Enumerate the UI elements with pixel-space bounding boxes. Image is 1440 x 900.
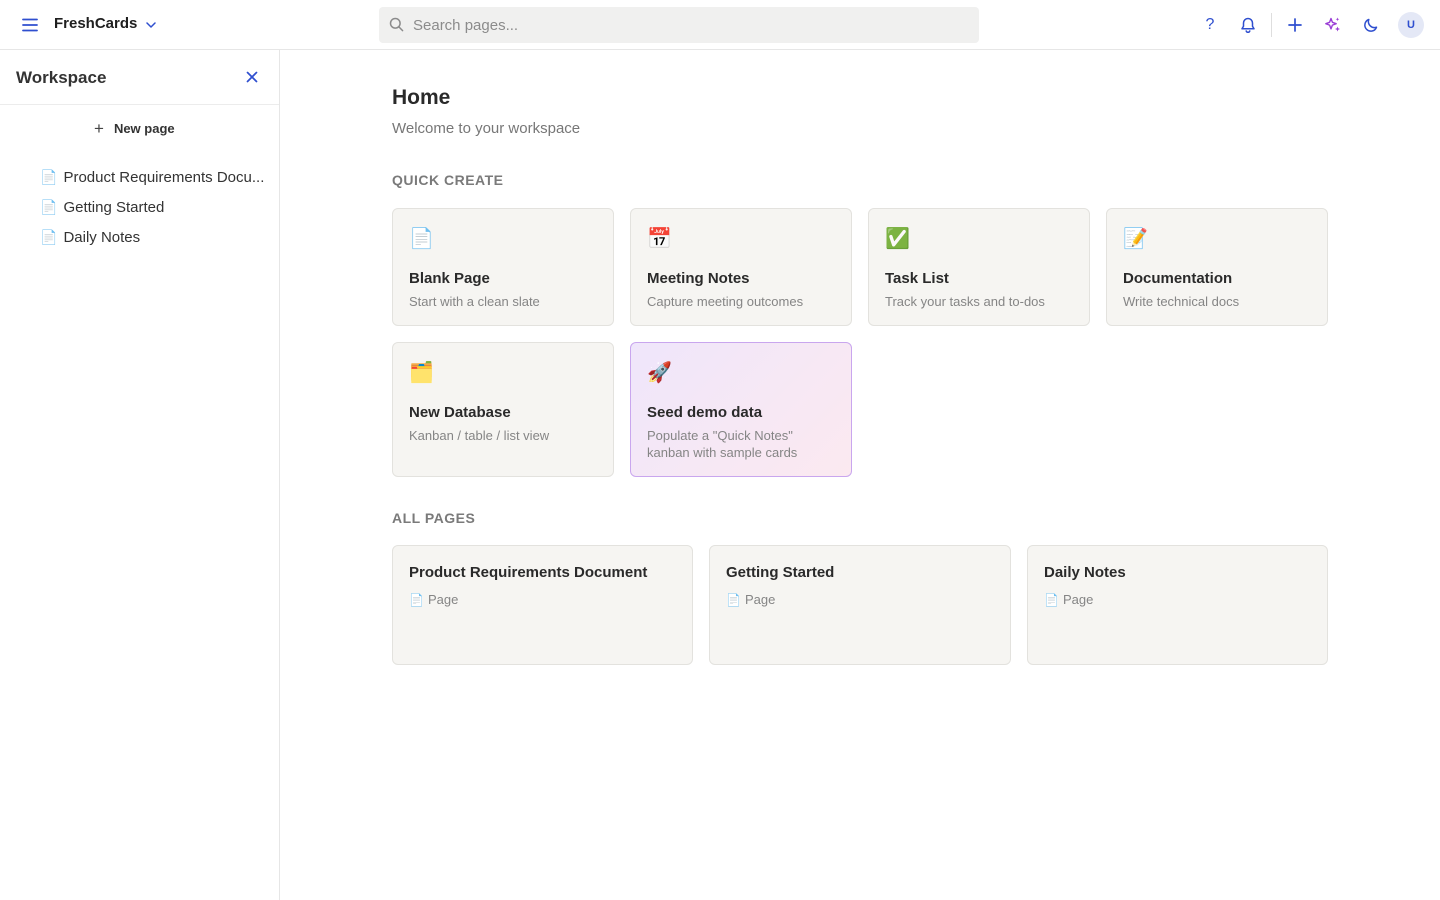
document-icon: 📄 (726, 592, 741, 607)
card-description: Write technical docs (1123, 294, 1240, 309)
document-icon: 📄 (40, 168, 58, 185)
quick-create-task-list[interactable]: ✅ Task List Track your tasks and to-dos (868, 208, 1090, 326)
card-title: Seed demo data (647, 404, 763, 421)
menu-icon[interactable] (18, 13, 42, 37)
document-icon: 📄 (409, 592, 424, 607)
checkmark-icon: ✅ (885, 228, 910, 250)
page-subtitle: Welcome to your workspace (392, 120, 581, 137)
page-card-title: Daily Notes (1044, 564, 1126, 581)
quick-create-blank-page[interactable]: 📄 Blank Page Start with a clean slate (392, 208, 614, 326)
quick-create-heading: QUICK CREATE (392, 172, 504, 188)
bell-icon[interactable] (1233, 10, 1263, 40)
quick-create-meeting-notes[interactable]: 📅 Meeting Notes Capture meeting outcomes (630, 208, 852, 326)
card-description: Populate a "Quick Notes" kanban with sam… (647, 428, 798, 460)
sidebar-item-getting-started[interactable]: 📄 Getting Started (40, 192, 268, 222)
sidebar-item-label: Daily Notes (63, 228, 141, 246)
help-icon[interactable]: ? (1195, 10, 1225, 40)
avatar[interactable]: U (1398, 12, 1424, 38)
page-card-getting-started[interactable]: Getting Started 📄 Page (709, 545, 1011, 665)
card-index-icon: 🗂️ (409, 362, 434, 384)
card-title: Documentation (1123, 270, 1233, 287)
page-card-product-requirements[interactable]: Product Requirements Document 📄 Page (392, 545, 693, 665)
search-box (379, 7, 979, 43)
quick-create-documentation[interactable]: 📝 Documentation Write technical docs (1106, 208, 1328, 326)
all-pages-heading: ALL PAGES (392, 510, 476, 526)
app-title: FreshCards (54, 15, 138, 32)
memo-icon: 📝 (1123, 228, 1148, 250)
card-title: New Database (409, 404, 511, 421)
sparkle-icon[interactable] (1318, 10, 1348, 40)
document-icon: 📄 (40, 198, 58, 215)
plus-icon[interactable] (1280, 10, 1310, 40)
page-type-label: Page (1062, 592, 1094, 607)
seed-demo-data-card[interactable]: 🚀 Seed demo data Populate a "Quick Notes… (630, 342, 852, 477)
sidebar-item-daily-notes[interactable]: 📄 Daily Notes (40, 222, 268, 252)
page-title: Home (392, 86, 451, 109)
new-page-button[interactable]: + New page (94, 118, 175, 138)
card-title: Task List (885, 270, 949, 287)
page-card-title: Getting Started (726, 564, 835, 581)
document-icon: 📄 (40, 228, 58, 245)
sidebar-item-label: Getting Started (63, 198, 165, 216)
calendar-icon: 📅 (647, 228, 672, 250)
rocket-icon: 🚀 (647, 362, 672, 384)
moon-icon[interactable] (1356, 10, 1386, 40)
card-description: Kanban / table / list view (409, 428, 550, 443)
page-card-meta: 📄 Page (409, 592, 458, 607)
sidebar-item-label: Product Requirements Docu... (63, 168, 265, 186)
card-title: Meeting Notes (647, 270, 750, 287)
page-type-label: Page (744, 592, 776, 607)
card-description: Capture meeting outcomes (647, 294, 804, 309)
page-card-meta: 📄 Page (726, 592, 775, 607)
search-icon (389, 17, 404, 32)
close-icon[interactable] (242, 67, 262, 87)
sidebar-header: Workspace (0, 50, 279, 105)
sidebar: Workspace + New page 📄 Product Requireme… (0, 50, 280, 900)
page-card-daily-notes[interactable]: Daily Notes 📄 Page (1027, 545, 1328, 665)
divider (1271, 13, 1272, 37)
chevron-down-icon[interactable] (142, 16, 160, 34)
page-card-meta: 📄 Page (1044, 592, 1093, 607)
sidebar-item-product-requirements[interactable]: 📄 Product Requirements Docu... (40, 162, 268, 192)
top-bar: FreshCards ? U (0, 0, 1440, 50)
document-icon: 📄 (1044, 592, 1059, 607)
card-title: Blank Page (409, 270, 490, 287)
plus-icon: + (94, 118, 104, 138)
new-page-label: New page (113, 120, 175, 136)
page-icon: 📄 (409, 228, 434, 250)
search-input[interactable] (413, 7, 963, 43)
card-description: Start with a clean slate (409, 294, 540, 309)
card-description: Track your tasks and to-dos (885, 294, 1045, 309)
sidebar-page-list: 📄 Product Requirements Docu... 📄 Getting… (40, 162, 268, 252)
page-type-label: Page (427, 592, 459, 607)
quick-create-new-database[interactable]: 🗂️ New Database Kanban / table / list vi… (392, 342, 614, 477)
page-card-title: Product Requirements Document (409, 564, 648, 581)
sidebar-title: Workspace (16, 68, 107, 87)
